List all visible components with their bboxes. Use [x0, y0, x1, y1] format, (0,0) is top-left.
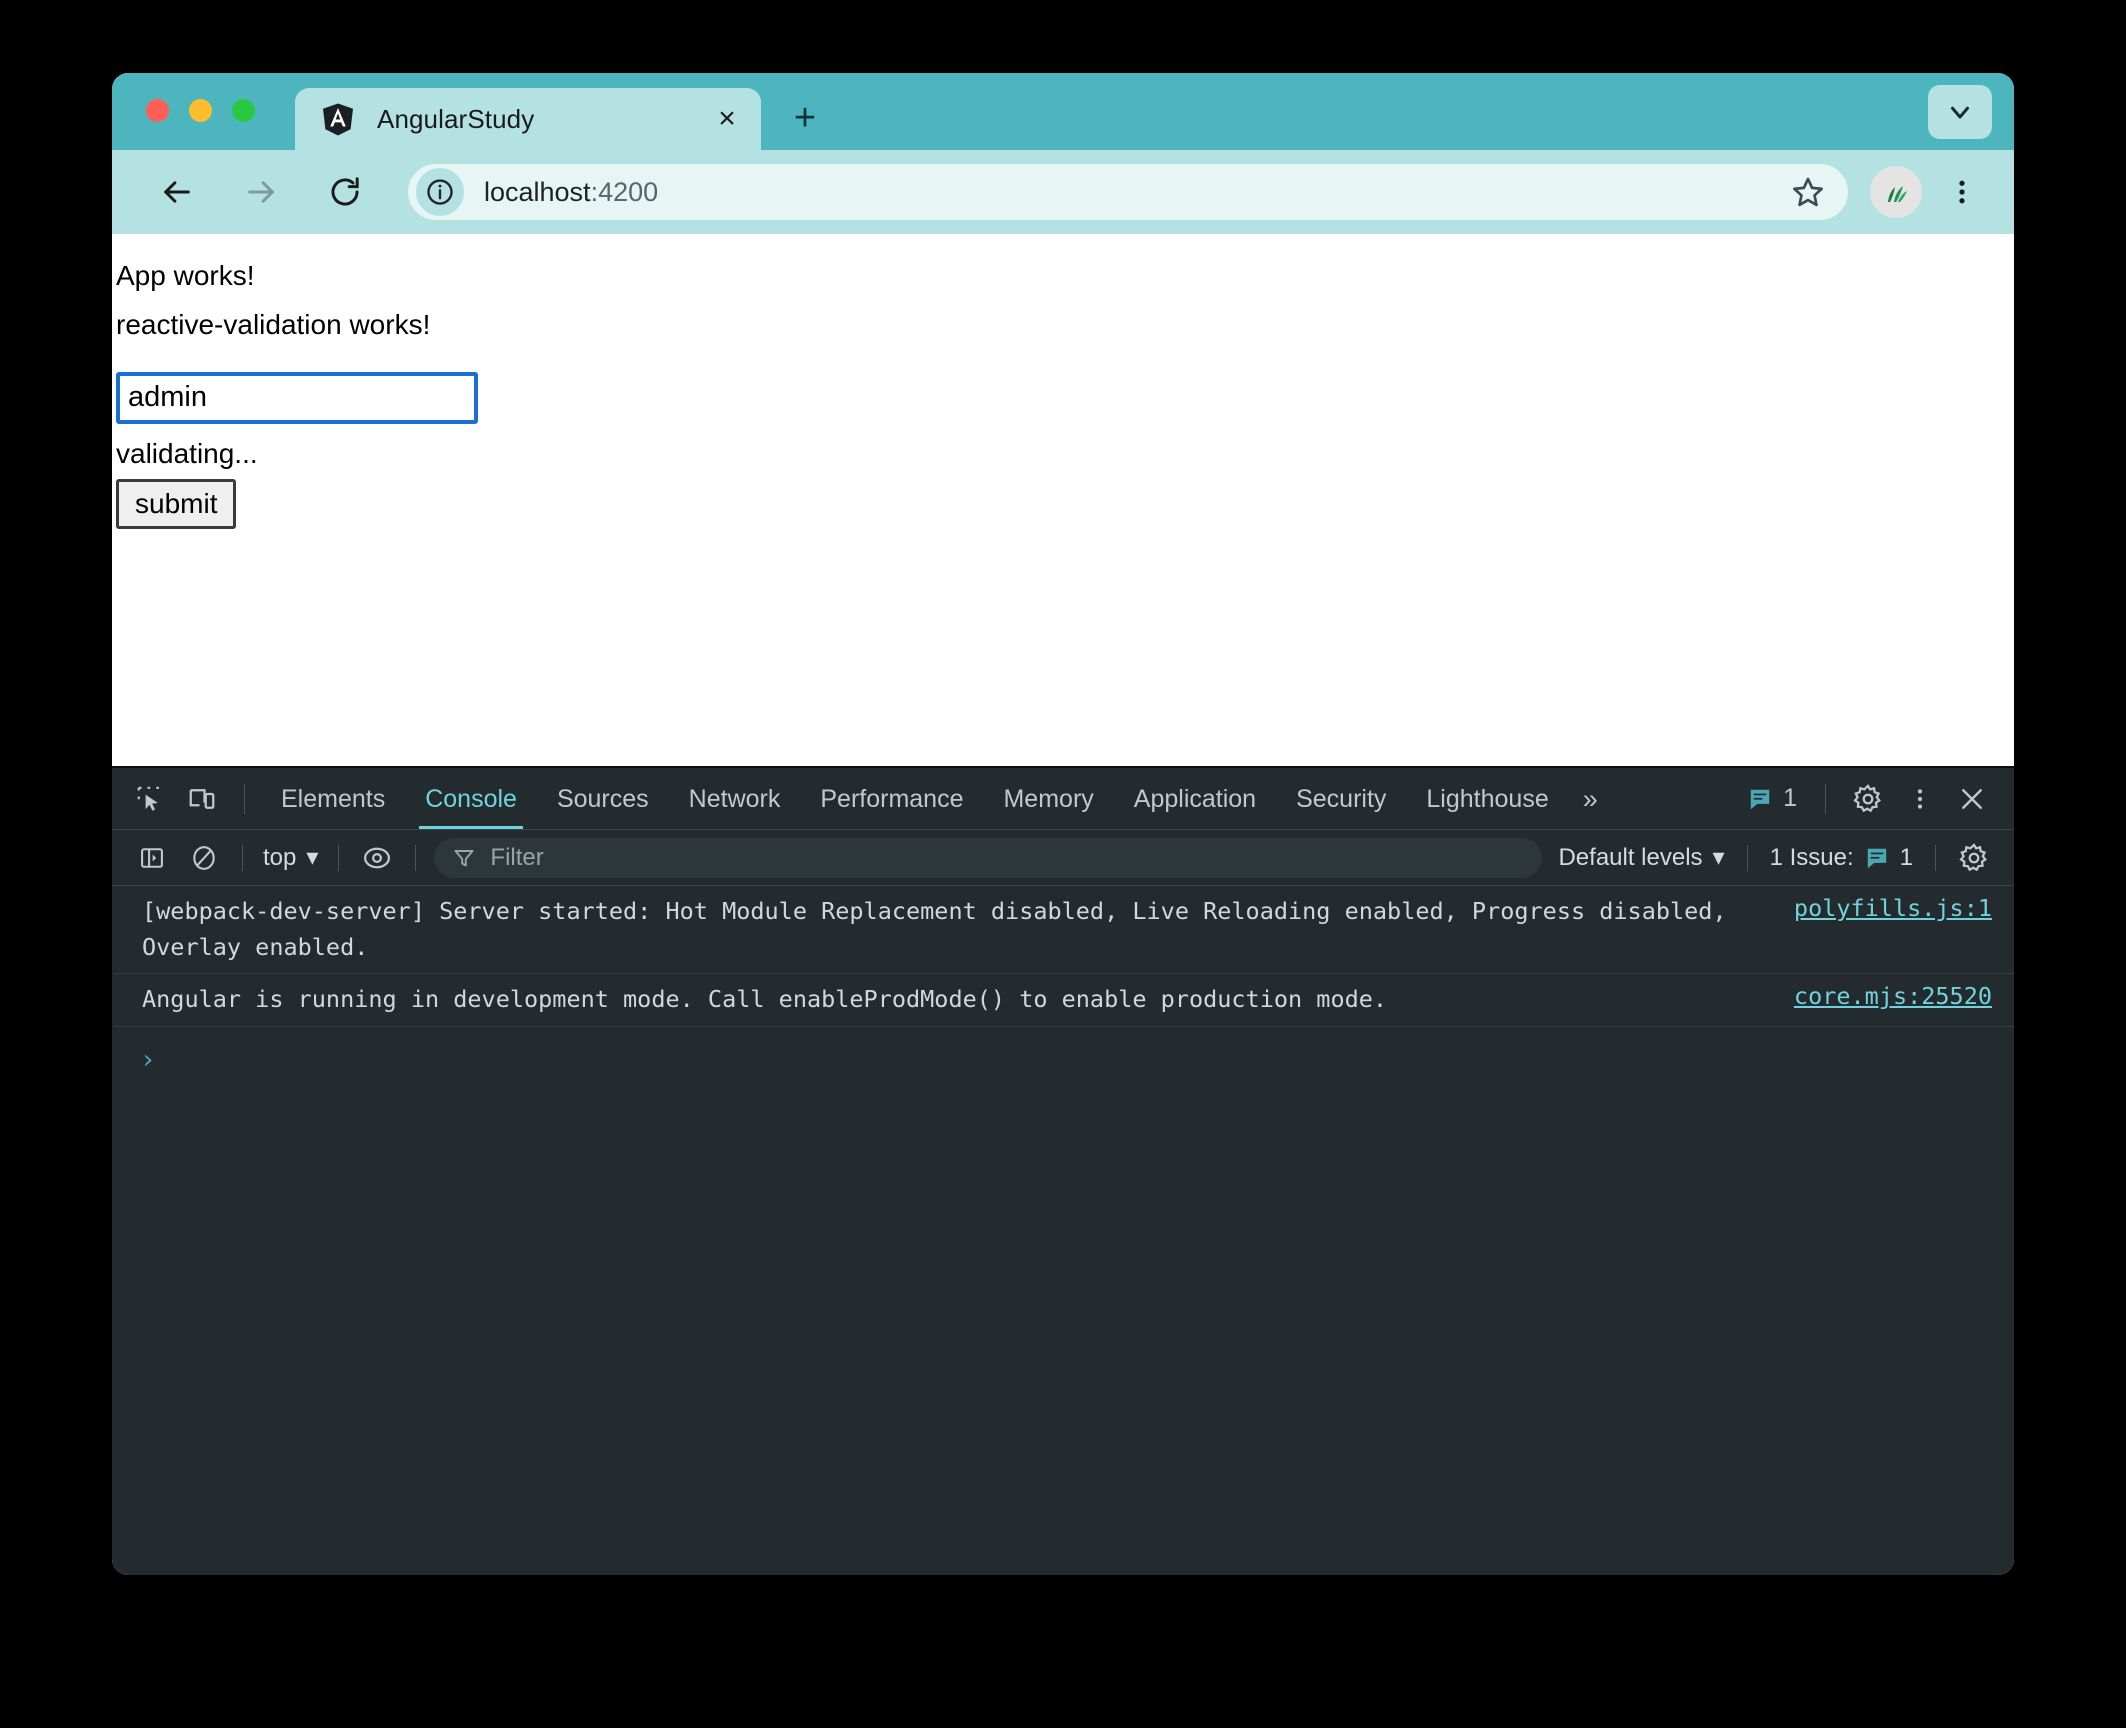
- issue-message-icon: [1750, 789, 1770, 809]
- chevron-down-icon[interactable]: [1928, 85, 1992, 139]
- omnibox-address-bar[interactable]: localhost:4200: [408, 164, 1848, 220]
- tab-security[interactable]: Security: [1276, 769, 1406, 829]
- browser-title-bar: AngularStudy × +: [112, 73, 2014, 150]
- new-tab-button[interactable]: +: [777, 90, 833, 146]
- page-viewport: App works! reactive-validation works! va…: [112, 234, 2014, 766]
- tab-application[interactable]: Application: [1114, 769, 1276, 829]
- chevron-down-icon: ▾: [306, 844, 319, 871]
- issue-message-icon: [1867, 848, 1886, 868]
- inspect-element-icon[interactable]: [126, 775, 174, 823]
- divider: [1935, 844, 1936, 871]
- console-prompt-chevron-icon: ›: [140, 1045, 156, 1076]
- console-message-text: [webpack-dev-server] Server started: Hot…: [142, 897, 1741, 961]
- console-levels-label: Default levels: [1558, 843, 1703, 871]
- console-message-text: Angular is running in development mode. …: [142, 985, 1388, 1014]
- issues-badge[interactable]: 1: [1735, 784, 1809, 813]
- browser-nav-toolbar: localhost:4200: [112, 150, 2014, 234]
- omnibox-url-text: localhost:4200: [484, 177, 1782, 208]
- window-minimize-button[interactable]: [189, 99, 212, 122]
- window-traffic-lights: [146, 99, 255, 122]
- live-expression-icon[interactable]: [353, 834, 401, 882]
- devtools-panel: Elements Console Sources Network Perform…: [112, 766, 2014, 1575]
- browser-window: AngularStudy × + localhost:4200 App work…: [112, 73, 2014, 1575]
- tab-strip: AngularStudy × +: [295, 88, 833, 150]
- console-issues-label: 1 Issue:: [1769, 843, 1854, 871]
- info-circle-icon[interactable]: [416, 168, 464, 216]
- star-icon[interactable]: [1782, 166, 1834, 218]
- console-message-list[interactable]: [webpack-dev-server] Server started: Hot…: [112, 886, 2014, 1575]
- divider: [244, 783, 245, 814]
- avatar[interactable]: [1870, 166, 1922, 218]
- console-filter-input[interactable]: Filter: [434, 837, 1543, 878]
- tab-performance[interactable]: Performance: [800, 769, 983, 829]
- divider: [242, 844, 243, 871]
- divider: [338, 844, 340, 871]
- gear-icon[interactable]: [1844, 775, 1892, 823]
- tab-console[interactable]: Console: [405, 769, 537, 829]
- devtools-tabbar-actions: 1: [1735, 775, 1998, 823]
- more-tabs-icon[interactable]: »: [1569, 769, 1612, 829]
- close-icon[interactable]: [1948, 775, 1996, 823]
- clear-console-icon[interactable]: [180, 834, 228, 882]
- filter-icon: [454, 849, 474, 867]
- console-toolbar: top ▾ Filter Default levels ▾ 1 Issue: 1: [112, 830, 2014, 886]
- kebab-menu-icon[interactable]: [1896, 775, 1944, 823]
- tab-elements[interactable]: Elements: [261, 769, 405, 829]
- tab-sources[interactable]: Sources: [537, 769, 669, 829]
- window-close-button[interactable]: [146, 99, 169, 122]
- chevron-down-icon: ▾: [1712, 844, 1725, 871]
- angular-shield-icon: [321, 102, 355, 136]
- username-input[interactable]: [116, 371, 478, 424]
- component-heading: reactive-validation works!: [116, 308, 431, 340]
- tab-lighthouse[interactable]: Lighthouse: [1406, 769, 1568, 829]
- devtools-tabbar: Elements Console Sources Network Perform…: [112, 768, 2014, 830]
- gear-icon[interactable]: [1950, 834, 1998, 882]
- omnibox-url-port: :4200: [590, 176, 659, 207]
- forward-arrow-icon[interactable]: [232, 163, 290, 221]
- tab-close-icon[interactable]: ×: [707, 99, 747, 139]
- console-issues-count: 1: [1899, 843, 1913, 871]
- page-title: App works!: [116, 260, 255, 291]
- kebab-menu-icon[interactable]: [1936, 166, 1988, 218]
- console-log-levels-selector[interactable]: Default levels ▾: [1548, 843, 1734, 872]
- omnibox-url-host: localhost: [484, 176, 591, 207]
- reload-icon[interactable]: [316, 163, 374, 221]
- console-prompt[interactable]: ›: [114, 1027, 2014, 1091]
- console-message-source[interactable]: polyfills.js:1: [1794, 894, 1992, 922]
- divider: [1825, 783, 1826, 814]
- browser-tab-angularstudy[interactable]: AngularStudy ×: [295, 88, 761, 150]
- validation-status-text: validating...: [116, 437, 258, 469]
- console-sidebar-icon[interactable]: [128, 834, 176, 882]
- console-issues-summary[interactable]: 1 Issue: 1: [1760, 844, 1923, 872]
- submit-button[interactable]: submit: [116, 478, 237, 529]
- console-message-row[interactable]: Angular is running in development mode. …: [114, 974, 2014, 1028]
- window-maximize-button[interactable]: [232, 99, 255, 122]
- device-toolbar-icon[interactable]: [178, 775, 226, 823]
- issues-count: 1: [1783, 784, 1797, 812]
- tab-network[interactable]: Network: [669, 769, 801, 829]
- console-message-source[interactable]: core.mjs:25520: [1794, 982, 1992, 1010]
- console-message-row[interactable]: [webpack-dev-server] Server started: Hot…: [114, 886, 2014, 975]
- console-context-label: top: [263, 843, 297, 871]
- tab-title: AngularStudy: [377, 103, 535, 134]
- divider: [1746, 844, 1748, 871]
- console-context-selector[interactable]: top ▾: [255, 843, 326, 872]
- back-arrow-icon[interactable]: [148, 163, 206, 221]
- console-filter-placeholder: Filter: [490, 843, 544, 871]
- divider: [415, 844, 417, 871]
- tab-memory[interactable]: Memory: [983, 769, 1113, 829]
